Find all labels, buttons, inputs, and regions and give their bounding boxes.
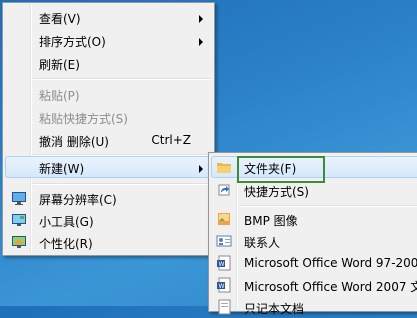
menu-item-label: 屏幕分辨率(C) (39, 193, 117, 207)
menu-item-personalize[interactable]: 个性化(R) (5, 231, 212, 253)
focus-highlight-box (237, 156, 325, 183)
word-docx-icon: W (217, 277, 231, 293)
menu-item-label: Microsoft Office Word 2007 文 (244, 280, 417, 294)
menu-item-label: 刷新(E) (39, 58, 80, 72)
menu-separator (33, 78, 210, 80)
menu-separator (33, 183, 210, 185)
display-icon (12, 192, 26, 205)
menu-item-refresh[interactable]: 刷新(E) (5, 52, 212, 74)
personalize-icon (12, 236, 26, 248)
menu-separator (239, 205, 417, 207)
menu-item-label: 新建(W) (39, 162, 85, 176)
gadgets-icon (12, 214, 26, 226)
menu-item-view[interactable]: 查看(V) (5, 6, 212, 28)
menu-item-new-bmp[interactable]: BMP 图像 (211, 208, 417, 230)
submenu-arrow-icon (199, 165, 203, 173)
menu-item-label: 查看(V) (39, 12, 81, 26)
menu-item-paste-shortcut: 粘贴快捷方式(S) (5, 106, 212, 128)
menu-item-shortcut: Ctrl+Z (151, 133, 191, 147)
menu-item-label: 粘贴快捷方式(S) (39, 112, 128, 126)
svg-text:W: W (219, 283, 225, 290)
submenu-arrow-icon (199, 15, 203, 23)
contact-icon (216, 235, 232, 247)
menu-item-sort-by[interactable]: 排序方式(O) (5, 29, 212, 51)
desktop-context-menu: 查看(V) 排序方式(O) 刷新(E) 粘贴(P) 粘贴快捷方式(S) 撤消 删… (2, 2, 215, 256)
menu-item-label: 快捷方式(S) (244, 185, 309, 199)
menu-item-label: 撤消 删除(U) (39, 135, 109, 149)
word-doc-icon: W (217, 255, 231, 271)
menu-item-new-word2007[interactable]: W Microsoft Office Word 2007 文 (211, 274, 417, 296)
shortcut-icon (218, 184, 230, 196)
menu-item-label: 个性化(R) (39, 237, 93, 251)
menu-item-gadgets[interactable]: 小工具(G) (5, 209, 212, 231)
svg-text:W: W (219, 261, 225, 268)
menu-item-new-word97[interactable]: W Microsoft Office Word 97-200 (211, 252, 417, 274)
menu-item-paste: 粘贴(P) (5, 83, 212, 105)
menu-item-screen-resolution[interactable]: 屏幕分辨率(C) (5, 187, 212, 209)
bmp-icon (218, 213, 230, 225)
menu-item-label: BMP 图像 (244, 214, 298, 228)
menu-item-new[interactable]: 新建(W) (5, 156, 212, 178)
menu-item-label: 只记本文档 (244, 302, 305, 316)
menu-item-label: 粘贴(P) (39, 89, 80, 103)
menu-item-new-text-document[interactable]: 只记本文档 (211, 296, 417, 318)
menu-item-undo-delete[interactable]: 撤消 删除(U) Ctrl+Z (5, 129, 212, 151)
menu-item-label: 排序方式(O) (39, 35, 106, 49)
menu-item-label: 小工具(G) (39, 215, 94, 229)
menu-item-label: Microsoft Office Word 97-200 (244, 256, 417, 270)
menu-item-label: 联系人 (244, 236, 281, 250)
text-doc-icon (218, 299, 231, 315)
menu-item-new-contact[interactable]: 联系人 (211, 230, 417, 252)
submenu-arrow-icon (199, 38, 203, 46)
folder-icon (217, 163, 231, 173)
